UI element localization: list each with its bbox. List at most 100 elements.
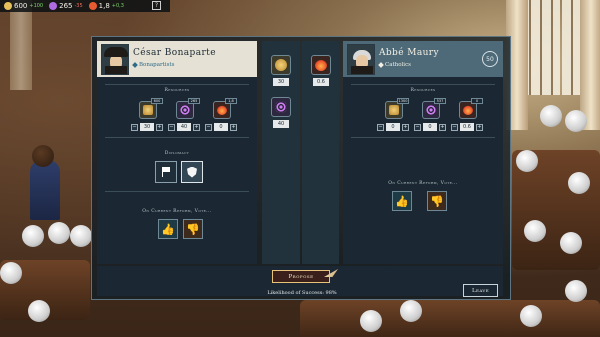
deputy-head [568, 172, 590, 194]
bench-decoration [300, 300, 600, 337]
increase-button[interactable]: + [476, 123, 483, 131]
influence-value: 265 [59, 2, 73, 10]
influence-request-value: 0 [423, 123, 437, 131]
money-value: 600 [14, 2, 28, 10]
divider [105, 84, 249, 85]
money-count: 600 [151, 98, 163, 104]
counterpart-offer-column: 0.6 [302, 41, 339, 264]
top-resource-bar: 600 +100 265 -35 1,8 +0,3 ? [0, 0, 170, 12]
counterpart-faction: Catholics [378, 61, 411, 68]
decrease-button[interactable]: − [377, 123, 384, 131]
decrease-button[interactable]: − [168, 123, 175, 131]
vote-yes-button[interactable]: 👍 [158, 219, 178, 239]
radicalism-request-value: 0.6 [460, 123, 474, 131]
offer-money-value: 30 [273, 78, 289, 86]
deputy-head [560, 232, 582, 254]
player-offer-column: 30 40 [262, 41, 300, 264]
deputy-head [70, 225, 92, 247]
vote-title: On Current Reform, Vote... [142, 209, 212, 214]
money-stepper[interactable]: − 0 + [377, 123, 409, 131]
money-resource: 600 +100 [4, 2, 43, 10]
thumbs-up-icon: 👍 [161, 222, 175, 236]
increase-button[interactable]: + [156, 123, 163, 131]
radicalism-stepper[interactable]: − 0.6 + [451, 123, 483, 131]
likelihood-of-success: Likelihood of Success: 98% [267, 290, 337, 296]
deputy-head [48, 222, 70, 244]
deputy-head [360, 310, 382, 332]
money-count: 1300 [397, 98, 409, 104]
counterpart-faction-label: Catholics [385, 62, 411, 68]
peace-flag-button[interactable] [155, 161, 177, 183]
player-faction: Bonapartists [132, 61, 174, 68]
player-name: César Bonaparte [133, 48, 216, 58]
influence-icon [49, 2, 58, 10]
vote-yes-button[interactable]: 👍 [392, 191, 412, 211]
deputy-head [32, 145, 54, 167]
money-icon [271, 55, 291, 75]
increase-button[interactable]: + [402, 123, 409, 131]
divider [351, 137, 495, 138]
radicalism-icon [311, 55, 331, 75]
offer-radicalism-value: 0.6 [313, 78, 329, 86]
diplomacy-title: Diplomacy [164, 151, 190, 156]
vote-no-button[interactable]: 👎 [183, 219, 203, 239]
resources-title: Resources [410, 88, 436, 93]
counterpart-header: Abbé Maury Catholics 50 [343, 41, 503, 77]
influence-icon [271, 97, 291, 117]
deputy-head [540, 105, 562, 127]
deputy-head [0, 262, 22, 284]
radicalism-delta: +0,3 [111, 3, 124, 9]
influence-offer-value: 40 [177, 123, 191, 131]
leave-button[interactable]: Leave [463, 284, 498, 297]
pillar-decoration [10, 0, 32, 90]
pillar-decoration [580, 0, 600, 130]
influence-stepper[interactable]: − 40 + [168, 123, 200, 131]
deputy-head [520, 305, 542, 327]
decrease-button[interactable]: − [414, 123, 421, 131]
propose-button[interactable]: Propose [272, 270, 330, 283]
help-button[interactable]: ? [152, 1, 161, 10]
age-badge: 50 [482, 51, 498, 67]
counterpart-portrait [347, 44, 375, 75]
counterpart-name: Abbé Maury [379, 48, 439, 58]
thumbs-down-icon: 👎 [430, 194, 444, 208]
shield-icon [187, 166, 197, 178]
deputy-head [565, 110, 587, 132]
deputy-head [400, 300, 422, 322]
influence-delta: -35 [74, 3, 83, 9]
deputy-head [28, 300, 50, 322]
divider [105, 191, 249, 192]
deputy-head [22, 225, 44, 247]
increase-button[interactable]: + [439, 123, 446, 131]
player-portrait [101, 44, 129, 75]
player-header: César Bonaparte Bonapartists [97, 41, 257, 77]
decrease-button[interactable]: − [451, 123, 458, 131]
offer-influence-value: 40 [273, 120, 289, 128]
flag-icon [161, 167, 171, 177]
divider [351, 84, 495, 85]
alliance-shield-button[interactable] [181, 161, 203, 183]
radicalism-resource: 1,8 +0,3 [88, 2, 124, 10]
influence-resource: 265 -35 [49, 2, 83, 10]
decrease-button[interactable]: − [131, 123, 138, 131]
deputy-head [516, 150, 538, 172]
resources-title: Resources [164, 88, 190, 93]
radicalism-value: 1,8 [98, 2, 110, 10]
money-delta: +100 [29, 3, 44, 9]
player-panel: César Bonaparte Bonapartists Resources 6… [97, 41, 257, 264]
thumbs-down-icon: 👎 [186, 222, 200, 236]
radicalism-count: 1,8 [225, 98, 237, 104]
decrease-button[interactable]: − [205, 123, 212, 131]
influence-stepper[interactable]: − 0 + [414, 123, 446, 131]
negotiation-dialog: César Bonaparte Bonapartists Resources 6… [91, 36, 511, 300]
money-request-value: 0 [386, 123, 400, 131]
money-icon [4, 2, 12, 10]
radicalism-offer-value: 0 [214, 123, 228, 131]
increase-button[interactable]: + [230, 123, 237, 131]
vote-no-button[interactable]: 👎 [427, 191, 447, 211]
increase-button[interactable]: + [193, 123, 200, 131]
money-stepper[interactable]: − 30 + [131, 123, 163, 131]
money-offer-value: 30 [140, 123, 154, 131]
influence-count: 537 [434, 98, 446, 104]
radicalism-stepper[interactable]: − 0 + [205, 123, 237, 131]
